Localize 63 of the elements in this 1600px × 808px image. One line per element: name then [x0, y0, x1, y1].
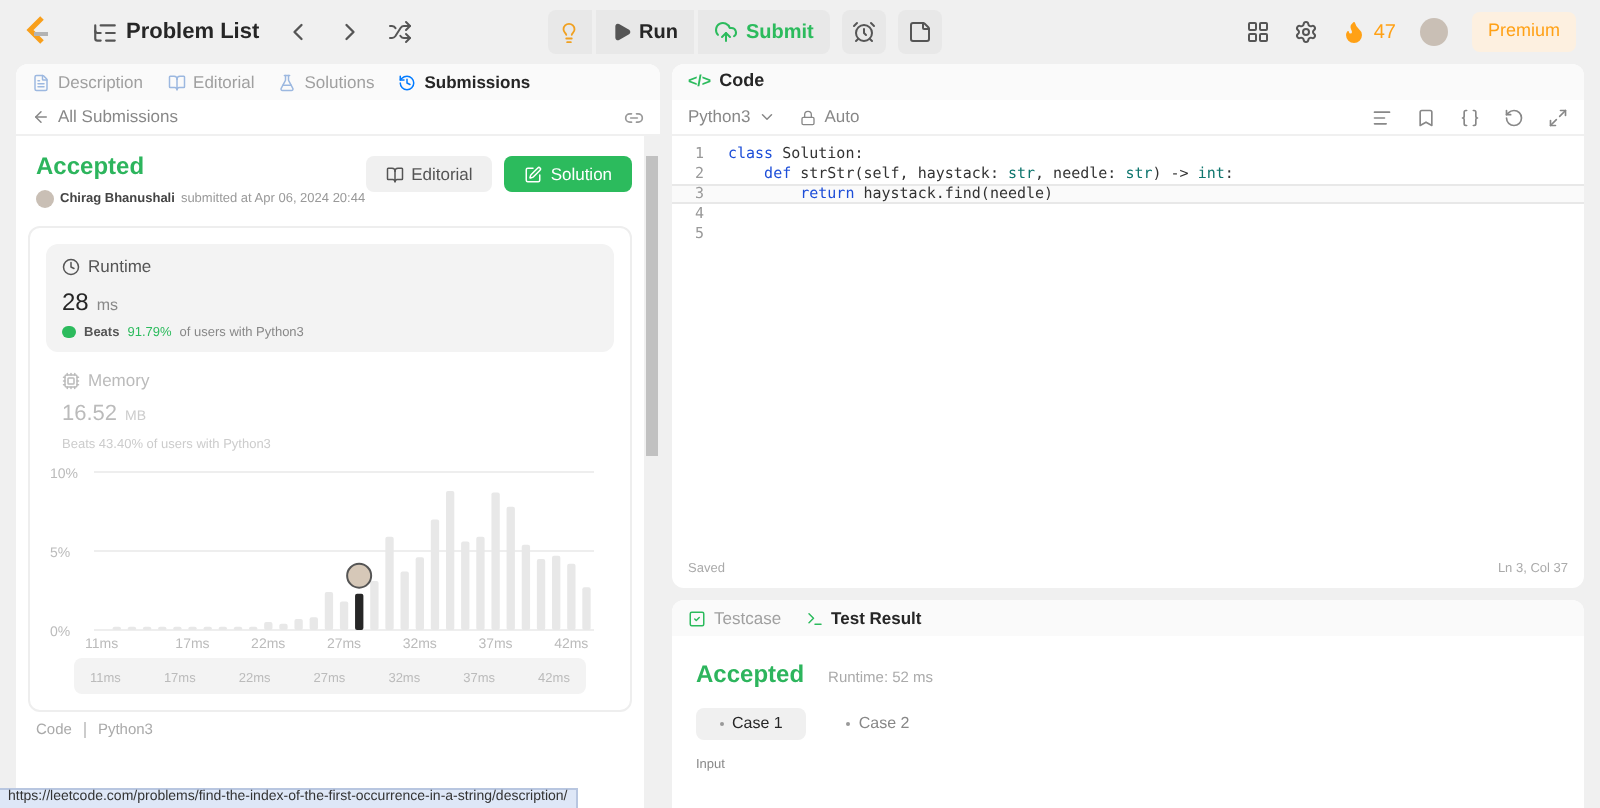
logo-icon[interactable] [24, 16, 52, 48]
play-icon [611, 22, 632, 42]
settings-icon[interactable] [1293, 20, 1318, 44]
bulb-icon [558, 21, 581, 43]
panel-tab[interactable]: Description [32, 69, 144, 95]
case-tab[interactable]: Case 1 [696, 708, 807, 740]
submit-button[interactable]: Submit [697, 10, 830, 54]
panel-tab[interactable]: Test Result [805, 605, 922, 631]
panel-tab[interactable]: Editorial [167, 69, 255, 95]
cloud-upload-icon [713, 20, 738, 44]
language-dropdown[interactable]: Python3 [688, 104, 777, 130]
layout-icon[interactable] [1245, 20, 1270, 44]
bookmark-icon[interactable] [1416, 107, 1436, 127]
editor-title: Code [719, 68, 765, 95]
chevron-down-icon [758, 108, 777, 126]
memory-title: Memory [88, 368, 150, 394]
checkbox-icon [688, 609, 706, 627]
panel-tab[interactable]: Solutions [278, 69, 375, 95]
status-text: Accepted [36, 150, 147, 184]
braces-icon[interactable] [1460, 107, 1480, 127]
solution-button[interactable]: Solution [504, 156, 633, 192]
history-icon [398, 73, 417, 91]
chip-icon [62, 372, 80, 391]
clock-icon [62, 257, 80, 276]
runtime-title: Runtime [88, 253, 152, 279]
format-icon[interactable] [1372, 107, 1392, 127]
runtime-value: 28 [62, 285, 89, 319]
case-tab[interactable]: Case 2 [822, 708, 934, 740]
document-icon [32, 73, 50, 91]
premium-button[interactable]: Premium [1471, 12, 1576, 52]
run-button[interactable]: Run [595, 10, 694, 54]
back-arrow-icon [32, 108, 50, 126]
panel-tab[interactable]: Submissions [398, 69, 531, 95]
panel-tab[interactable]: Testcase [688, 605, 782, 631]
mode-label[interactable]: Auto [824, 104, 860, 130]
result-status: Accepted [696, 658, 805, 692]
histogram-bar [355, 594, 364, 631]
editorial-button[interactable]: Editorial [365, 156, 493, 192]
book-icon [385, 165, 404, 183]
avatar-icon [346, 563, 373, 590]
lock-icon [800, 109, 817, 125]
alarm-clock-icon [851, 20, 876, 44]
debug-button[interactable] [547, 10, 592, 54]
terminal-icon [805, 609, 824, 627]
notes-button[interactable] [897, 10, 942, 54]
edit-icon [524, 165, 543, 183]
flame-icon [1341, 20, 1366, 44]
list-icon [92, 19, 118, 45]
note-icon [907, 20, 932, 44]
avatar-icon [36, 190, 54, 209]
flask-icon [278, 73, 297, 91]
memory-value: 16.52 [62, 400, 118, 430]
timer-button[interactable] [841, 10, 886, 54]
expand-icon[interactable] [1548, 107, 1568, 127]
book-icon [167, 73, 186, 91]
problem-list-link[interactable]: Problem List [126, 15, 260, 49]
code-tag-icon: </> [688, 70, 712, 94]
link-icon[interactable] [624, 107, 644, 127]
scrollbar[interactable] [644, 136, 660, 808]
all-submissions-link[interactable]: All Submissions [32, 104, 178, 130]
shuffle-icon[interactable] [387, 20, 412, 44]
runtime-unit: ms [96, 293, 119, 317]
reset-icon[interactable] [1504, 107, 1524, 127]
